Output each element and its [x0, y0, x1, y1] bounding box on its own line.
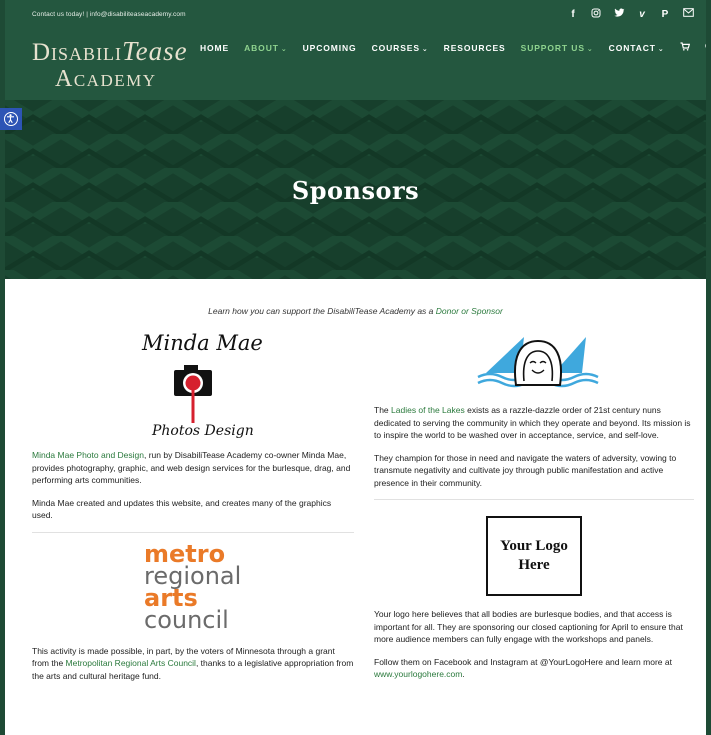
search-icon[interactable]	[704, 42, 706, 53]
accessibility-icon	[4, 112, 18, 126]
twitter-icon[interactable]	[613, 8, 625, 21]
nav-support-us[interactable]: SUPPORT US ⌄	[521, 43, 594, 53]
paypal-icon[interactable]: P	[659, 9, 671, 20]
site-logo[interactable]: DisabiliTease Academy	[32, 38, 188, 93]
logo-text-disabili: Disabili	[32, 39, 123, 66]
social-links: f v P	[567, 8, 694, 21]
page-title: Sponsors	[291, 176, 420, 205]
minda-mae-logo: Minda Mae Photos Design	[142, 331, 263, 439]
nun-waves-icon	[477, 337, 599, 388]
right-column: The Ladies of the Lakes exists as a razz…	[374, 337, 694, 691]
chevron-down-icon: ⌄	[586, 45, 594, 53]
your-logo-description: Your logo here believes that all bodies …	[374, 609, 683, 644]
donor-sponsor-link[interactable]: Donor or Sponsor	[436, 306, 503, 316]
metro-arts-logo: metro regional arts council	[144, 539, 242, 634]
left-column: Minda Mae Photos Design Minda Mae Photo …	[32, 331, 354, 692]
minda-mae-note: Minda Mae created and updates this websi…	[32, 497, 332, 521]
nav-home[interactable]: HOME	[200, 43, 229, 53]
page: Contact us today! | info@disabiliteaseac…	[5, 0, 706, 735]
metro-arts-description: This activity is made possible, in part,…	[32, 645, 354, 681]
top-bar: Contact us today! | info@disabiliteaseac…	[5, 0, 706, 28]
chevron-down-icon: ⌄	[421, 45, 429, 53]
instagram-icon[interactable]	[590, 8, 602, 21]
your-logo-placeholder: Your Logo Here	[486, 516, 582, 596]
intro-text: Learn how you can support the DisabiliTe…	[208, 306, 503, 316]
mail-icon[interactable]	[682, 8, 694, 20]
ladies-of-the-lakes-logo	[374, 337, 694, 392]
cart-icon[interactable]	[680, 42, 690, 53]
your-logo-follow: Follow them on Facebook and Instagram at…	[374, 656, 672, 680]
camera-icon	[174, 365, 212, 423]
contact-info[interactable]: Contact us today! | info@disabiliteaseac…	[32, 11, 186, 18]
ladies-lakes-link[interactable]: Ladies of the Lakes	[391, 405, 465, 415]
nav-about[interactable]: ABOUT ⌄	[244, 43, 288, 53]
main-nav: HOME ABOUT ⌄ UPCOMING COURSES ⌄ RESOURCES …	[200, 42, 706, 53]
nav-contact[interactable]: CONTACT ⌄	[609, 43, 665, 53]
hero-banner: Sponsors	[5, 100, 706, 279]
nav-upcoming[interactable]: UPCOMING	[303, 43, 357, 53]
accessibility-button[interactable]	[0, 108, 22, 130]
nav-courses[interactable]: COURSES ⌄	[372, 43, 429, 53]
divider	[374, 499, 694, 500]
site-header: DisabiliTease Academy HOME ABOUT ⌄ UPCOMI…	[5, 28, 706, 100]
divider	[32, 531, 354, 533]
metro-arts-link[interactable]: Metropolitan Regional Arts Council	[66, 658, 196, 668]
chevron-down-icon: ⌄	[280, 45, 288, 53]
minda-mae-description: Minda Mae Photo and Design, run by Disab…	[32, 450, 351, 485]
ladies-lakes-description: The Ladies of the Lakes exists as a razz…	[374, 405, 691, 440]
chevron-down-icon: ⌄	[657, 45, 665, 53]
facebook-icon[interactable]: f	[567, 9, 579, 20]
minda-mae-link[interactable]: Minda Mae Photo and Design	[32, 450, 144, 460]
logo-text-tease: Tease	[122, 36, 188, 66]
your-logo-link[interactable]: www.yourlogohere.com	[374, 669, 462, 679]
vimeo-icon[interactable]: v	[636, 9, 648, 20]
nav-resources[interactable]: RESOURCES	[444, 43, 506, 53]
logo-text-academy: Academy	[55, 66, 157, 92]
ladies-lakes-note: They champion for those in need and navi…	[374, 452, 677, 488]
